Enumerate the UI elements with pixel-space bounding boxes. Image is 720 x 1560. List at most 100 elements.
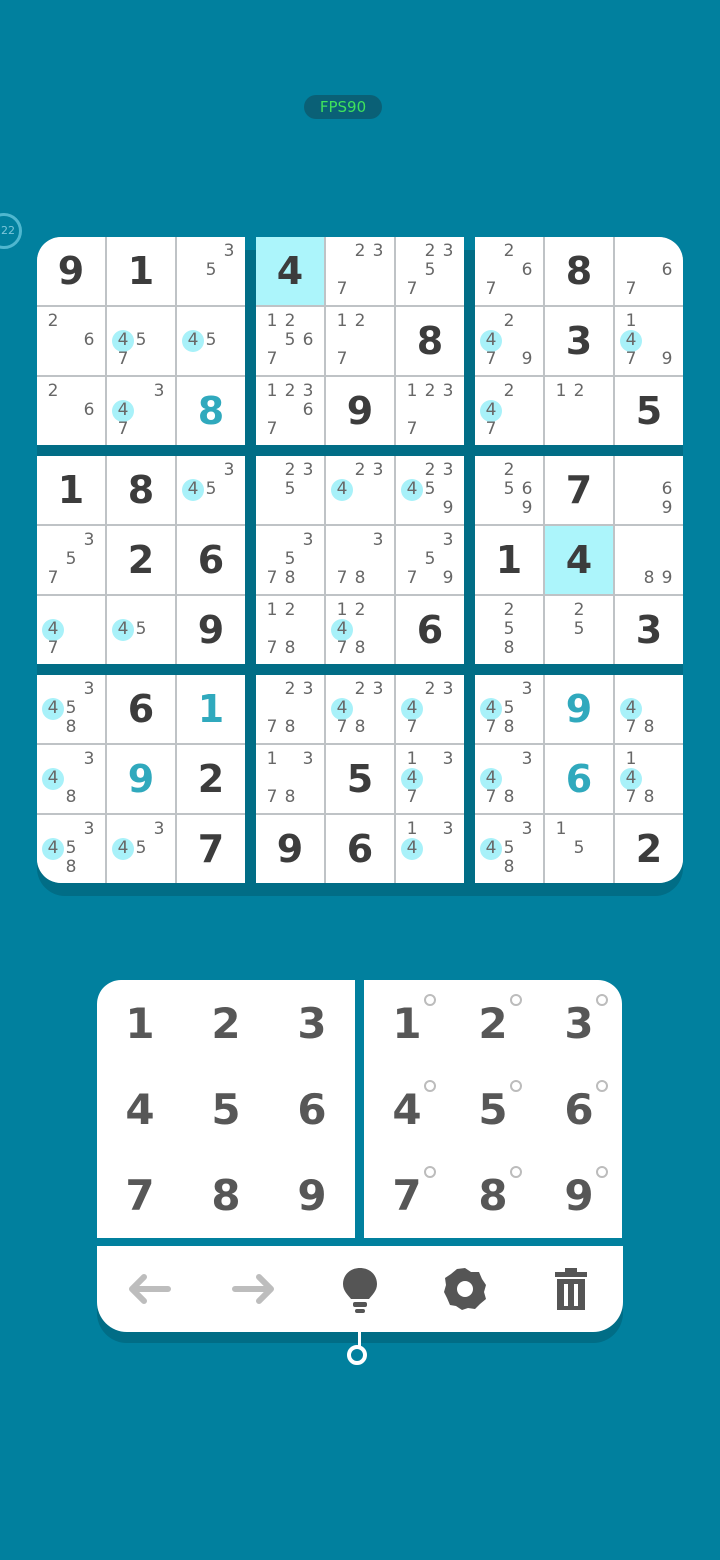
- sudoku-cell[interactable]: 127: [326, 307, 394, 375]
- sudoku-cell[interactable]: 6: [545, 745, 613, 813]
- sudoku-cell[interactable]: 1256 7: [256, 307, 324, 375]
- sudoku-cell[interactable]: 234: [326, 456, 394, 524]
- sudoku-cell[interactable]: 347: [107, 377, 175, 445]
- sudoku-cell[interactable]: 8: [396, 307, 464, 375]
- sudoku-cell[interactable]: 3458: [475, 815, 543, 883]
- note-key-8[interactable]: 8: [450, 1152, 536, 1238]
- sudoku-cell[interactable]: 9: [256, 815, 324, 883]
- sudoku-cell[interactable]: 258: [475, 596, 543, 664]
- sudoku-cell[interactable]: 247 9: [475, 307, 543, 375]
- sudoku-cell[interactable]: 1: [177, 675, 245, 743]
- sudoku-cell[interactable]: 89: [615, 526, 683, 594]
- sudoku-cell[interactable]: 23459: [396, 456, 464, 524]
- drag-handle[interactable]: [347, 1345, 367, 1365]
- sudoku-cell[interactable]: 357 9: [396, 526, 464, 594]
- sudoku-cell[interactable]: 9: [177, 596, 245, 664]
- sudoku-cell[interactable]: 1 34: [396, 815, 464, 883]
- note-key-2[interactable]: 2: [450, 980, 536, 1066]
- digit-key-4[interactable]: 4: [97, 1066, 183, 1152]
- sudoku-cell[interactable]: 3: [615, 596, 683, 664]
- sudoku-cell[interactable]: 1 3 78: [256, 745, 324, 813]
- sudoku-cell[interactable]: 3458: [37, 815, 105, 883]
- hint-button[interactable]: [335, 1264, 385, 1314]
- sudoku-cell[interactable]: 2: [177, 745, 245, 813]
- sudoku-cell[interactable]: 2347: [396, 675, 464, 743]
- note-key-7[interactable]: 7: [364, 1152, 450, 1238]
- sudoku-cell[interactable]: 15: [545, 815, 613, 883]
- sudoku-cell[interactable]: 45: [107, 596, 175, 664]
- sudoku-cell[interactable]: 9: [326, 377, 394, 445]
- digit-key-5[interactable]: 5: [183, 1066, 269, 1152]
- sudoku-cell[interactable]: 357: [37, 526, 105, 594]
- sudoku-cell[interactable]: 23 7: [326, 237, 394, 305]
- sudoku-cell[interactable]: 6: [396, 596, 464, 664]
- sudoku-cell[interactable]: 345: [107, 815, 175, 883]
- sudoku-cell[interactable]: 26 7: [475, 237, 543, 305]
- sudoku-cell[interactable]: 26: [37, 377, 105, 445]
- note-key-3[interactable]: 3: [536, 980, 622, 1066]
- sudoku-cell[interactable]: 247: [475, 377, 543, 445]
- sudoku-cell[interactable]: 6: [326, 815, 394, 883]
- digit-key-2[interactable]: 2: [183, 980, 269, 1066]
- note-key-9[interactable]: 9: [536, 1152, 622, 1238]
- sudoku-cell[interactable]: 457: [107, 307, 175, 375]
- sudoku-cell[interactable]: 3478: [475, 745, 543, 813]
- sudoku-cell[interactable]: 2: [107, 526, 175, 594]
- digit-key-9[interactable]: 9: [269, 1152, 355, 1238]
- sudoku-cell[interactable]: 8: [545, 237, 613, 305]
- sudoku-cell[interactable]: 1: [107, 237, 175, 305]
- sudoku-cell[interactable]: 348: [37, 745, 105, 813]
- sudoku-cell[interactable]: 4: [256, 237, 324, 305]
- sudoku-cell[interactable]: 478: [615, 675, 683, 743]
- sudoku-cell[interactable]: 6: [177, 526, 245, 594]
- sudoku-cell[interactable]: 9: [107, 745, 175, 813]
- note-key-5[interactable]: 5: [450, 1066, 536, 1152]
- sudoku-cell[interactable]: 47: [37, 596, 105, 664]
- digit-key-7[interactable]: 7: [97, 1152, 183, 1238]
- sudoku-cell[interactable]: 1478: [615, 745, 683, 813]
- sudoku-cell[interactable]: 3: [545, 307, 613, 375]
- sudoku-cell[interactable]: 1278: [256, 596, 324, 664]
- sudoku-cell[interactable]: 5: [615, 377, 683, 445]
- sudoku-cell[interactable]: 2569: [475, 456, 543, 524]
- digit-key-3[interactable]: 3: [269, 980, 355, 1066]
- sudoku-cell[interactable]: 123 7: [396, 377, 464, 445]
- undo-button[interactable]: [124, 1264, 174, 1314]
- sudoku-cell[interactable]: 23 78: [256, 675, 324, 743]
- sudoku-cell[interactable]: 3458: [37, 675, 105, 743]
- sudoku-cell[interactable]: 9: [545, 675, 613, 743]
- sudoku-cell[interactable]: 1236 7: [256, 377, 324, 445]
- note-key-6[interactable]: 6: [536, 1066, 622, 1152]
- redo-button[interactable]: [229, 1264, 279, 1314]
- sudoku-cell[interactable]: 235: [256, 456, 324, 524]
- sudoku-cell[interactable]: 4: [545, 526, 613, 594]
- sudoku-cell[interactable]: 6: [107, 675, 175, 743]
- sudoku-cell[interactable]: 8: [177, 377, 245, 445]
- sudoku-cell[interactable]: 1 347: [396, 745, 464, 813]
- digit-key-8[interactable]: 8: [183, 1152, 269, 1238]
- sudoku-cell[interactable]: 1: [475, 526, 543, 594]
- digit-key-6[interactable]: 6: [269, 1066, 355, 1152]
- sudoku-cell[interactable]: 67: [615, 237, 683, 305]
- note-key-1[interactable]: 1: [364, 980, 450, 1066]
- sudoku-cell[interactable]: 7: [545, 456, 613, 524]
- note-key-4[interactable]: 4: [364, 1066, 450, 1152]
- sudoku-cell[interactable]: 2357: [396, 237, 464, 305]
- sudoku-cell[interactable]: 26: [37, 307, 105, 375]
- delete-button[interactable]: [546, 1264, 596, 1314]
- sudoku-cell[interactable]: 3 78: [326, 526, 394, 594]
- sudoku-cell[interactable]: 9: [37, 237, 105, 305]
- digit-key-1[interactable]: 1: [97, 980, 183, 1066]
- sudoku-cell[interactable]: 345: [177, 456, 245, 524]
- sudoku-cell[interactable]: 5: [326, 745, 394, 813]
- sudoku-cell[interactable]: 8: [107, 456, 175, 524]
- sudoku-cell[interactable]: 23478: [326, 675, 394, 743]
- sudoku-cell[interactable]: 1: [37, 456, 105, 524]
- sudoku-cell[interactable]: 69: [615, 456, 683, 524]
- sudoku-cell[interactable]: 12478: [326, 596, 394, 664]
- sudoku-cell[interactable]: 25: [545, 596, 613, 664]
- sudoku-cell[interactable]: 147 9: [615, 307, 683, 375]
- sudoku-cell[interactable]: 34578: [475, 675, 543, 743]
- sudoku-cell[interactable]: 2: [615, 815, 683, 883]
- sudoku-cell[interactable]: 35: [177, 237, 245, 305]
